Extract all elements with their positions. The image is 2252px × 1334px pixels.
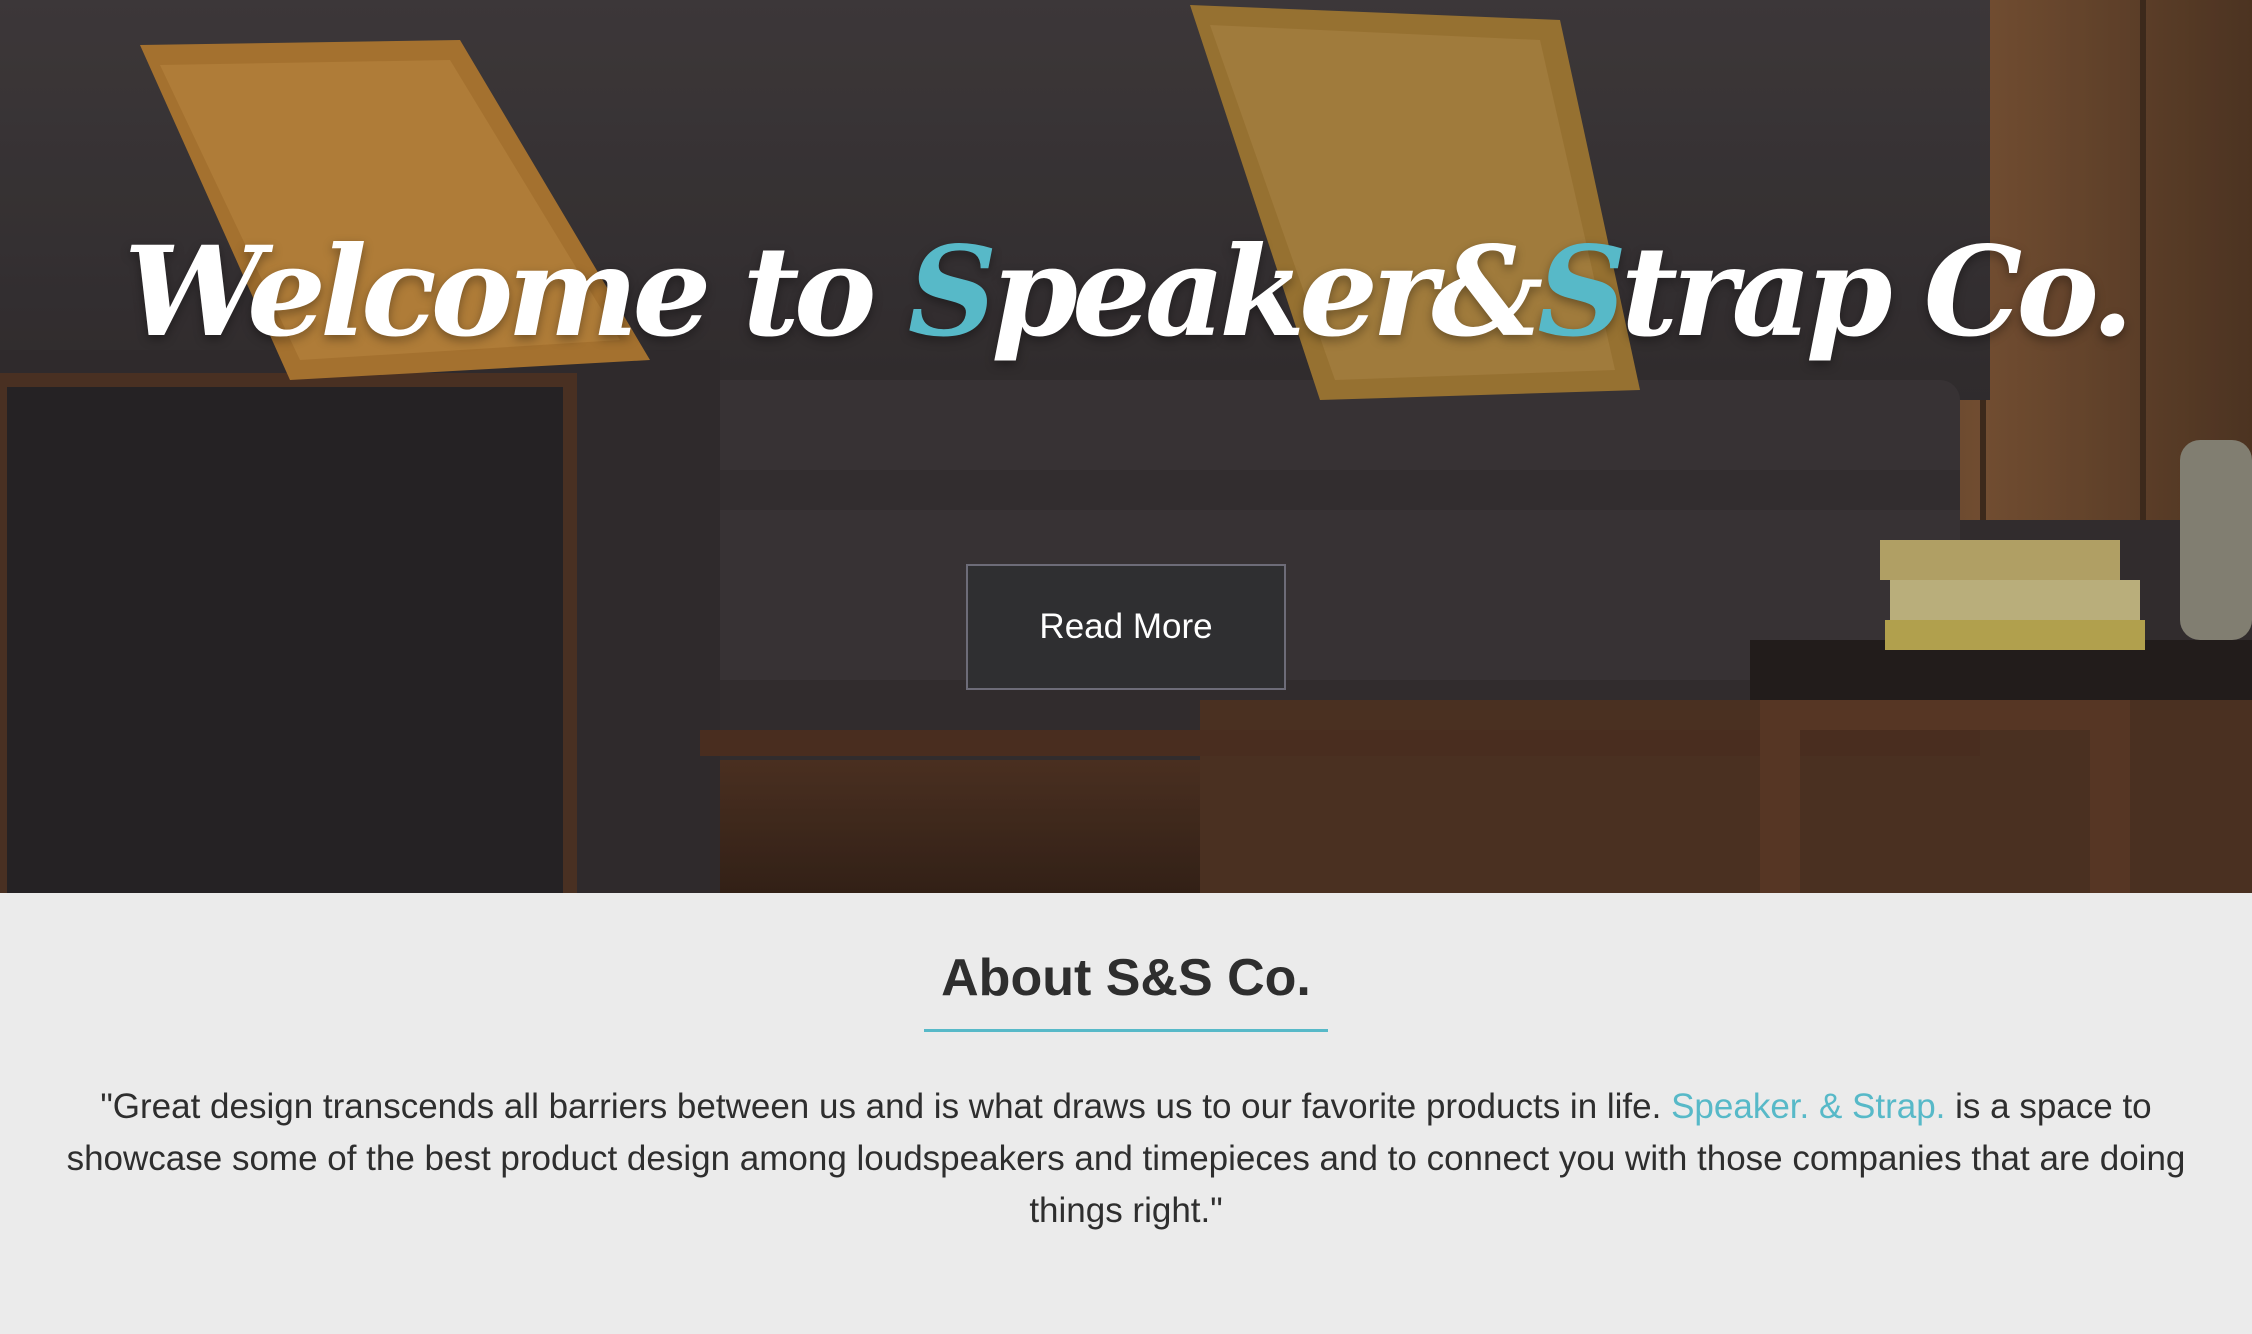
hero-title-part1: Welcome to — [123, 220, 908, 365]
about-title: About S&S Co. — [941, 949, 1311, 1007]
hero-overlay — [0, 0, 2252, 893]
hero-title-part3: trap Co. — [1620, 220, 2134, 365]
about-title-underline — [924, 1029, 1328, 1032]
about-section: About S&S Co. "Great design transcends a… — [0, 893, 2252, 1334]
hero-title-accent-s2: S — [1537, 220, 1627, 365]
hero-title: Welcome to Speaker&Strap Co. — [0, 208, 2252, 378]
hero-title-accent-s1: S — [907, 220, 998, 365]
read-more-button[interactable]: Read More — [966, 564, 1286, 690]
hero-section: Welcome to Speaker&Strap Co. Read More — [0, 0, 2252, 893]
about-description: "Great design transcends all barriers be… — [50, 1081, 2202, 1237]
brand-link[interactable]: Speaker. & Strap. — [1671, 1087, 1945, 1126]
about-text-before: "Great design transcends all barriers be… — [100, 1087, 1672, 1126]
hero-title-part2: peaker& — [991, 220, 1543, 365]
